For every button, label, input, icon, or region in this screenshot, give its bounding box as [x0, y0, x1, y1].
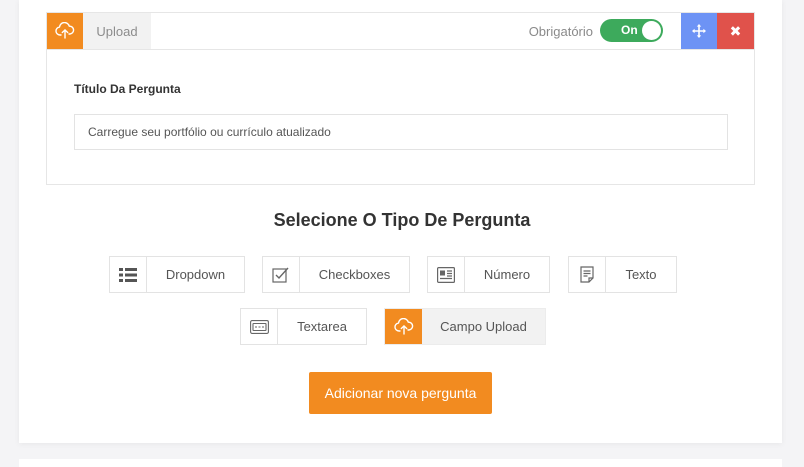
- move-button[interactable]: [681, 13, 717, 49]
- next-card-edge: [19, 459, 782, 467]
- selector-title: Selecione O Tipo De Pergunta: [273, 210, 531, 230]
- checkbox-icon: [263, 257, 300, 292]
- option-label: Número: [483, 267, 531, 282]
- option-textarea[interactable]: Textarea: [240, 308, 367, 345]
- move-icon: [692, 24, 706, 38]
- question-title-input[interactable]: [74, 114, 728, 150]
- textarea-icon: [241, 309, 278, 344]
- option-label: Dropdown: [165, 267, 226, 282]
- option-numero[interactable]: Número: [427, 256, 550, 293]
- required-label: Obrigatório: [528, 24, 593, 39]
- add-question-button[interactable]: Adicionar nova pergunta: [309, 372, 492, 414]
- question-type-label: Upload: [83, 13, 151, 49]
- number-icon: [428, 257, 465, 292]
- toggle-knob: [642, 21, 661, 40]
- toggle-state-text: On: [621, 23, 638, 37]
- option-label: Campo Upload: [440, 319, 527, 334]
- option-label: Textarea: [297, 319, 347, 334]
- delete-button[interactable]: ✖: [717, 13, 754, 49]
- question-title-label: Título Da Pergunta: [74, 82, 181, 96]
- document-icon: [569, 257, 606, 292]
- option-label: Checkboxes: [318, 267, 391, 282]
- question-header: Upload Obrigatório On ✖: [47, 13, 754, 50]
- option-campo-upload[interactable]: Campo Upload: [384, 308, 546, 345]
- list-icon: [110, 257, 147, 292]
- cloud-upload-icon: [47, 13, 83, 49]
- option-dropdown[interactable]: Dropdown: [109, 256, 245, 293]
- option-texto[interactable]: Texto: [568, 256, 677, 293]
- option-label: Texto: [625, 267, 657, 282]
- required-toggle[interactable]: On: [600, 19, 663, 42]
- close-icon: ✖: [729, 22, 742, 39]
- cloud-upload-icon: [385, 309, 422, 344]
- question-block: Upload Obrigatório On ✖ Título Da Pergun…: [46, 12, 755, 185]
- option-checkboxes[interactable]: Checkboxes: [262, 256, 410, 293]
